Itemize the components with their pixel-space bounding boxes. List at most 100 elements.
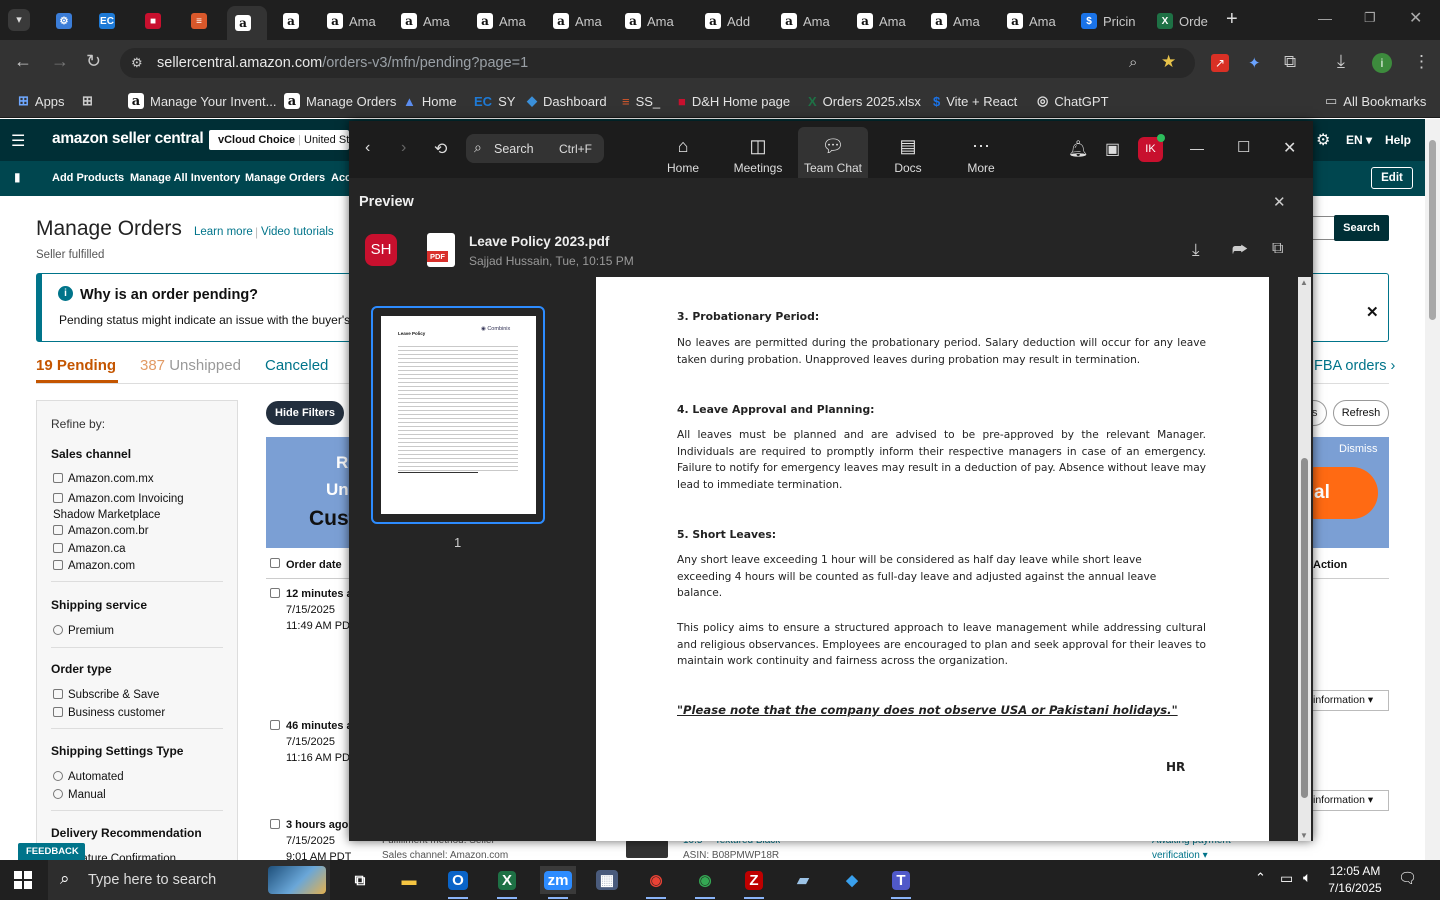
- network-icon[interactable]: ▭: [1280, 870, 1293, 887]
- seller-central-logo[interactable]: amazon seller central: [52, 130, 204, 148]
- extension-pin-icon[interactable]: ↗: [1211, 54, 1229, 72]
- teams-icon[interactable]: T: [883, 866, 919, 899]
- bookmark-item[interactable]: ■ D&H Home page: [678, 92, 790, 110]
- clock[interactable]: 12:05 AM 7/16/2025: [1327, 863, 1383, 897]
- verification-link[interactable]: verification ▾: [1152, 850, 1208, 860]
- refresh-button[interactable]: Refresh: [1333, 400, 1389, 426]
- bookmark-star-icon[interactable]: ★: [1161, 52, 1176, 72]
- app-icon[interactable]: ▰: [785, 866, 821, 894]
- filter-manual[interactable]: Manual: [53, 789, 106, 801]
- share-icon[interactable]: ⮫: [1232, 240, 1248, 260]
- reload-icon[interactable]: ↻: [86, 51, 101, 72]
- filter-amazon-ca[interactable]: Amazon.ca: [53, 543, 126, 555]
- windows-start-icon[interactable]: [14, 871, 32, 889]
- order-date-header[interactable]: Order date: [286, 559, 342, 571]
- zoom-nav-home[interactable]: ⌂ Home: [648, 136, 718, 175]
- hamburger-icon[interactable]: ☰: [11, 131, 25, 151]
- window-minimize-icon[interactable]: —: [1318, 10, 1332, 26]
- browser-tab[interactable]: a Ama: [999, 6, 1071, 36]
- zoom-nav-more[interactable]: ⋯ More: [946, 136, 1016, 175]
- browser-tab[interactable]: a Ama: [617, 6, 693, 36]
- bookmark-nav-icon[interactable]: ▮: [14, 170, 21, 184]
- search-button[interactable]: Search: [1334, 215, 1389, 241]
- zoom-nav-meetings[interactable]: ◫ Meetings: [723, 136, 793, 175]
- browser-tab[interactable]: EC: [91, 6, 131, 36]
- bookmark-item[interactable]: a Manage Your Invent...: [128, 92, 276, 110]
- browser-tab[interactable]: ⚙: [48, 6, 84, 36]
- zoom-minimize-icon[interactable]: —: [1190, 140, 1204, 156]
- filter-invoicing-shadow[interactable]: Amazon.com Invoicing Shadow Marketplace: [53, 491, 223, 523]
- tab-unshipped[interactable]: 387 Unshipped: [140, 357, 241, 374]
- browser-menu-icon[interactable]: ⋮: [1413, 52, 1430, 72]
- file-explorer-icon[interactable]: ▬: [391, 866, 427, 894]
- settings-gear-icon[interactable]: ⚙: [1316, 130, 1330, 150]
- zoom-back-icon[interactable]: ‹: [365, 139, 370, 157]
- filter-amazon-com-mx[interactable]: Amazon.com.mx: [53, 473, 154, 485]
- bookmark-item[interactable]: EC SY: [474, 92, 515, 110]
- browser-tab[interactable]: X Orde: [1149, 6, 1221, 36]
- zoom-search-box[interactable]: ⌕ Search Ctrl+F: [466, 134, 604, 163]
- bookmark-item[interactable]: ⊞: [82, 92, 93, 110]
- page-scrollbar-thumb[interactable]: [1429, 140, 1436, 320]
- close-banner-icon[interactable]: ✕: [1366, 303, 1379, 321]
- preview-close-icon[interactable]: ✕: [1273, 193, 1286, 211]
- zoom-forward-icon[interactable]: ›: [401, 139, 406, 157]
- download-file-icon[interactable]: ⤓: [1192, 240, 1200, 260]
- browser-tab[interactable]: a Ama: [849, 6, 921, 36]
- browser-tab[interactable]: a: [275, 6, 315, 36]
- bookmark-item[interactable]: ⊞ Apps: [18, 92, 65, 110]
- bookmark-item[interactable]: ▲ Home: [403, 92, 457, 110]
- zoom-maximize-icon[interactable]: ☐: [1237, 138, 1250, 156]
- learn-more-link[interactable]: Learn more: [194, 226, 253, 238]
- select-all-checkbox[interactable]: [270, 558, 285, 570]
- language-selector[interactable]: EN ▾: [1346, 133, 1372, 147]
- help-link[interactable]: Help: [1385, 133, 1411, 147]
- bookmark-item[interactable]: X Orders 2025.xlsx: [808, 92, 921, 110]
- zoom-nav-team-chat[interactable]: 💬︎ Team Chat: [798, 127, 868, 178]
- browser-tab[interactable]: a Ama: [923, 6, 995, 36]
- bookmark-item[interactable]: a Manage Orders: [284, 92, 396, 110]
- bookmark-item[interactable]: $ Vite + React: [933, 92, 1017, 110]
- browser-tab[interactable]: a Add: [697, 6, 769, 36]
- back-icon[interactable]: ←: [14, 51, 32, 72]
- tray-chevron-icon[interactable]: ⌃: [1255, 870, 1266, 886]
- window-close-icon[interactable]: ✕: [1409, 8, 1422, 28]
- bookmark-item[interactable]: ◎ ChatGPT: [1037, 92, 1109, 110]
- nav-manage-orders[interactable]: Manage Orders: [245, 172, 325, 184]
- profile-avatar[interactable]: i: [1372, 53, 1392, 73]
- row-checkbox[interactable]: [270, 588, 280, 598]
- edit-nav-button[interactable]: Edit: [1371, 167, 1413, 189]
- row-checkbox[interactable]: [270, 720, 280, 730]
- filter-business-customer[interactable]: Business customer: [53, 707, 165, 719]
- zoom-icon[interactable]: zm: [540, 866, 576, 899]
- tab-pending[interactable]: 19 Pending: [36, 357, 116, 374]
- tab-search-button[interactable]: ▾: [8, 9, 30, 31]
- video-tutorials-link[interactable]: Video tutorials: [261, 226, 334, 238]
- new-tab-button[interactable]: +: [1226, 8, 1238, 31]
- fba-orders-link[interactable]: FBA orders ›: [1314, 358, 1395, 374]
- calculator-icon[interactable]: ▦: [589, 866, 625, 894]
- filezilla-icon[interactable]: Z: [736, 866, 772, 899]
- address-bar[interactable]: sellercentral.amazon.com/orders-v3/mfn/p…: [120, 48, 1195, 78]
- browser-tab[interactable]: a Ama: [319, 6, 389, 36]
- account-switcher[interactable]: vCloud Choice | United Sta: [209, 130, 349, 150]
- pdf-scrollbar-thumb[interactable]: [1301, 458, 1308, 798]
- volume-icon[interactable]: 🔈︎: [1303, 869, 1311, 886]
- tab-canceled[interactable]: Canceled: [265, 357, 328, 374]
- outlook-icon[interactable]: O: [440, 866, 476, 899]
- bookmark-item[interactable]: ≡ SS_: [622, 92, 660, 110]
- zoom-nav-docs[interactable]: ▤ Docs: [873, 136, 943, 175]
- chrome-profile-icon[interactable]: ◉: [687, 866, 723, 899]
- vscode-icon[interactable]: ◆: [834, 866, 870, 894]
- delivery-rec-item[interactable]: nature Confirmation: [75, 852, 176, 860]
- nav-manage-inventory[interactable]: Manage All Inventory: [130, 172, 240, 184]
- pdf-scroll-up-icon[interactable]: ▲: [1300, 278, 1308, 287]
- dismiss-link[interactable]: Dismiss: [1339, 443, 1378, 455]
- browser-tab[interactable]: a Ama: [545, 6, 617, 36]
- task-view-icon[interactable]: ⧉: [342, 866, 378, 894]
- filter-subscribe-save[interactable]: Subscribe & Save: [53, 689, 159, 701]
- browser-tab[interactable]: ≡: [183, 6, 223, 36]
- calendar-icon[interactable]: ▣: [1105, 139, 1120, 159]
- browser-tab[interactable]: $ Pricin: [1073, 6, 1145, 36]
- browser-tab[interactable]: a: [227, 6, 267, 40]
